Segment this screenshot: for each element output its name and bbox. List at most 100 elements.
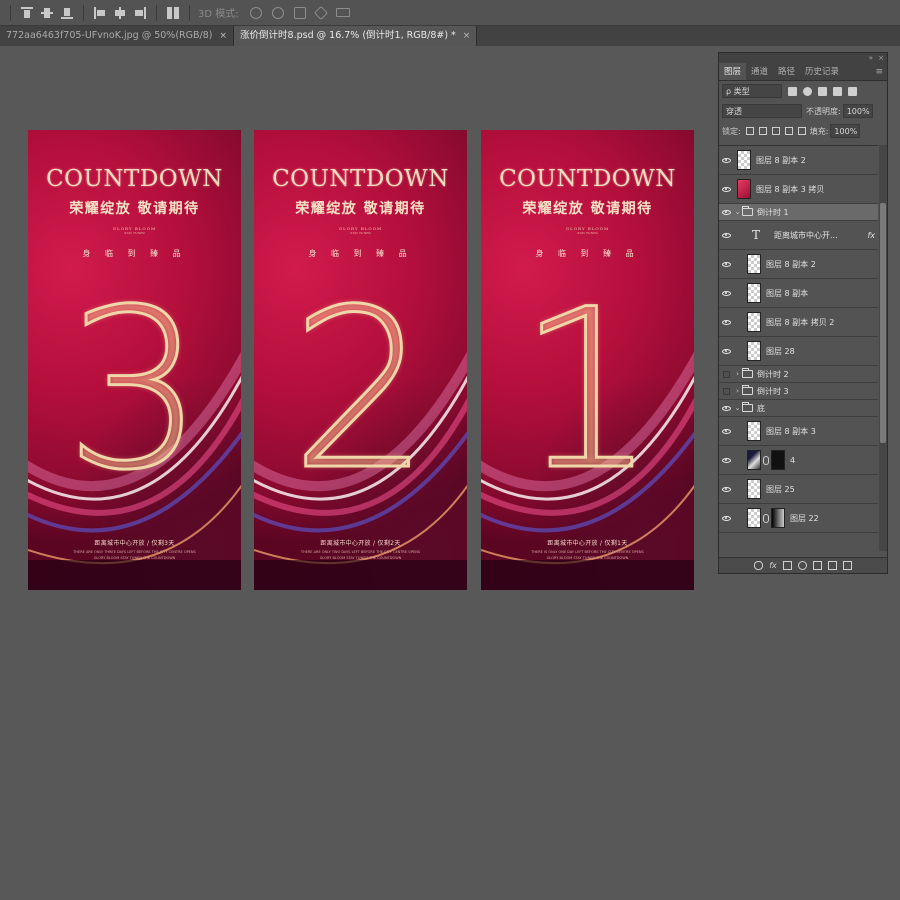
chevron-down-icon[interactable]: ⌄ [733, 404, 742, 412]
poster-footer-en: THERE ARE ONLY TWO DAYS LEFT BEFORE THE … [300, 550, 421, 554]
visibility-eye-icon[interactable] [719, 446, 733, 474]
poster-title: COUNTDOWN [46, 166, 223, 192]
scrollbar-thumb[interactable] [880, 203, 886, 443]
adjustment-layer-icon[interactable] [797, 561, 807, 570]
align-top-icon[interactable] [21, 6, 33, 19]
add-mask-icon[interactable] [782, 561, 792, 570]
3d-pan-icon[interactable] [293, 6, 306, 19]
3d-rotate-icon[interactable] [249, 6, 262, 19]
layer-group-row[interactable]: › 倒计时 3 [719, 383, 878, 400]
delete-layer-icon[interactable] [842, 561, 852, 570]
opacity-input[interactable]: 100% [842, 104, 873, 118]
layer-row[interactable]: T 距离城市中心开... fx [719, 221, 878, 250]
layer-group-row[interactable]: ⌄ 底 [719, 400, 878, 417]
add-style-icon[interactable]: fx [769, 561, 777, 570]
chevron-right-icon[interactable]: › [733, 387, 742, 395]
visibility-eye-icon[interactable] [719, 175, 733, 203]
filter-text-icon[interactable] [818, 86, 827, 96]
lock-all-icon[interactable] [797, 127, 806, 135]
visibility-eye-icon[interactable] [719, 504, 733, 532]
visibility-eye-icon[interactable] [719, 475, 733, 503]
poster-glory-sub: STAY TUNED [577, 231, 598, 235]
layer-row[interactable]: 4 [719, 446, 878, 475]
poster-1[interactable]: COUNTDOWN 荣耀绽放 敬请期待 GLORY BLOOM STAY TUN… [481, 130, 694, 590]
3d-roll-icon[interactable] [271, 6, 284, 19]
blend-mode-select[interactable]: 穿透 [722, 104, 802, 118]
lock-position-icon[interactable] [771, 127, 780, 135]
close-icon[interactable]: × [878, 53, 884, 63]
tab-label: 772aa6463f705-UFvnoK.jpg @ 50%(RGB/8) [6, 30, 213, 41]
filter-smart-object-icon[interactable] [848, 86, 857, 96]
tab-layers[interactable]: 图层 [719, 63, 747, 80]
layers-scrollbar[interactable] [879, 145, 887, 551]
lock-artboard-icon[interactable] [784, 127, 793, 135]
filter-pixel-icon[interactable] [788, 86, 797, 96]
layer-row[interactable]: 图层 22 [719, 504, 878, 533]
doc-tab-jpg[interactable]: 772aa6463f705-UFvnoK.jpg @ 50%(RGB/8) × [0, 26, 235, 46]
fill-input[interactable]: 100% [830, 124, 861, 138]
3d-slide-icon[interactable] [313, 5, 328, 20]
layer-group-row[interactable]: ⌄ 倒计时 1 [719, 204, 878, 221]
layer-row[interactable]: 图层 8 副本 2 [719, 250, 878, 279]
tab-history[interactable]: 历史记录 [800, 63, 844, 80]
poster-2[interactable]: COUNTDOWN 荣耀绽放 敬请期待 GLORY BLOOM STAY TUN… [254, 130, 467, 590]
visibility-eye-icon[interactable] [719, 204, 733, 220]
visibility-off-box[interactable] [719, 383, 733, 399]
tab-channels[interactable]: 通道 [746, 63, 773, 80]
layer-fx-badge[interactable]: fx [867, 231, 875, 240]
tab-label: 涨价倒计时8.psd @ 16.7% (倒计时1, RGB/8#) * [240, 30, 456, 41]
fill-label: 填充: [809, 126, 829, 136]
new-group-icon[interactable] [812, 561, 822, 570]
layer-group-row[interactable]: › 倒计时 2 [719, 366, 878, 383]
layer-row[interactable]: 图层 8 副本 3 [719, 417, 878, 446]
align-right-icon[interactable] [134, 6, 146, 19]
layer-row[interactable]: 图层 28 [719, 337, 878, 366]
align-bottom-icon[interactable] [61, 7, 73, 19]
tab-paths[interactable]: 路径 [773, 63, 800, 80]
3d-scale-icon[interactable] [335, 8, 350, 17]
link-icon[interactable] [763, 513, 769, 523]
layer-mask-thumbnail[interactable] [771, 508, 785, 528]
align-vcenter-icon[interactable] [41, 7, 53, 19]
lock-pixels-icon[interactable] [758, 127, 767, 135]
poster-3[interactable]: COUNTDOWN 荣耀绽放 敬请期待 GLORY BLOOM STAY TUN… [28, 130, 241, 590]
layer-name: 图层 25 [766, 484, 795, 494]
separator [83, 4, 84, 21]
chevron-right-icon[interactable]: › [733, 370, 742, 378]
filter-shape-icon[interactable] [833, 86, 842, 96]
poster-tagline: 身 临 到 臻 品 [535, 249, 640, 258]
doc-tab-psd[interactable]: 涨价倒计时8.psd @ 16.7% (倒计时1, RGB/8#) * × [234, 26, 478, 46]
panel-menu-icon[interactable]: ≡ [875, 63, 887, 80]
chevron-down-icon[interactable]: ⌄ [733, 208, 742, 216]
link-icon[interactable] [763, 455, 769, 465]
align-left-icon[interactable] [94, 6, 106, 19]
visibility-eye-icon[interactable] [719, 250, 733, 278]
new-layer-icon[interactable] [827, 561, 837, 570]
visibility-eye-icon[interactable] [719, 417, 733, 445]
layer-row[interactable]: 图层 8 副本 拷贝 2 [719, 308, 878, 337]
visibility-eye-icon[interactable] [719, 146, 733, 174]
visibility-eye-icon[interactable] [719, 337, 733, 365]
lock-transparent-icon[interactable] [745, 127, 754, 135]
layer-mask-thumbnail[interactable] [771, 450, 785, 470]
layer-row[interactable]: 图层 25 [719, 475, 878, 504]
close-icon[interactable]: × [463, 26, 471, 46]
visibility-eye-icon[interactable] [719, 308, 733, 336]
close-icon[interactable]: × [219, 26, 227, 46]
visibility-eye-icon[interactable] [719, 221, 733, 249]
filter-adjustment-icon[interactable] [803, 86, 812, 96]
layer-row[interactable]: 图层 8 副本 2 [719, 146, 878, 175]
collapse-icon[interactable]: » [869, 53, 873, 63]
visibility-off-box[interactable] [719, 366, 733, 382]
visibility-eye-icon[interactable] [719, 279, 733, 307]
layer-row[interactable]: 图层 8 副本 [719, 279, 878, 308]
visibility-eye-icon[interactable] [719, 400, 733, 416]
poster-number: 3 [63, 262, 206, 518]
fill-value: 100% [834, 126, 858, 136]
link-layers-icon[interactable] [754, 561, 764, 570]
poster-footer-en2: GLORY BLOOM STAY TUNED THE COUNTDOWN [319, 556, 402, 560]
align-hcenter-icon[interactable] [114, 6, 126, 19]
layer-row[interactable]: 图层 8 副本 3 拷贝 [719, 175, 878, 204]
distribute-icon[interactable] [167, 6, 179, 19]
filter-type-select[interactable]: ρ 类型 [722, 84, 782, 98]
